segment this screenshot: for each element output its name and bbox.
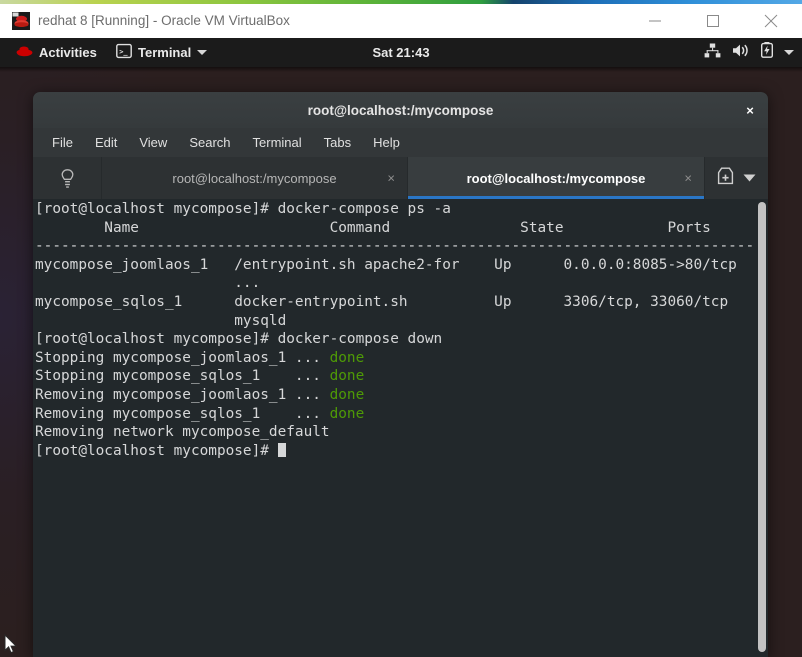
minimize-button[interactable] — [632, 4, 678, 38]
terminal-span: Stopping mycompose_sqlos_1 ... — [35, 368, 330, 385]
menu-file[interactable]: File — [41, 132, 84, 153]
terminal-span: mycompose_sqlos_1 docker-entrypoint.sh U… — [35, 293, 737, 310]
terminal-menubar: File Edit View Search Terminal Tabs Help — [33, 128, 768, 157]
tab-list-chevron-icon[interactable] — [743, 169, 756, 187]
terminal-span: Stopping mycompose_joomlaos_1 ... — [35, 349, 330, 366]
redhat-logo-icon — [16, 44, 33, 61]
vbox-titlebar: redhat 8 [Running] - Oracle VM VirtualBo… — [0, 4, 802, 39]
svg-text:>_: >_ — [119, 48, 128, 56]
terminal-tabbar: root@localhost:/mycompose × root@localho… — [33, 157, 768, 199]
menu-view[interactable]: View — [128, 132, 178, 153]
terminal-span: mycompose_joomlaos_1 /entrypoint.sh apac… — [35, 256, 737, 273]
volume-icon — [732, 43, 750, 63]
terminal-tab-2[interactable]: root@localhost:/mycompose × — [408, 157, 705, 199]
terminal-line: [root@localhost mycompose]# docker-compo… — [35, 330, 758, 349]
terminal-line: Removing mycompose_joomlaos_1 ... done — [35, 386, 758, 405]
virtualbox-redhat-icon — [12, 12, 30, 30]
activities-button[interactable]: Activities — [10, 38, 103, 67]
close-button[interactable] — [748, 4, 794, 38]
terminal-line: mysqld — [35, 312, 758, 331]
terminal-line: Removing mycompose_sqlos_1 ... done — [35, 405, 758, 424]
menu-terminal[interactable]: Terminal — [242, 132, 313, 153]
terminal-span: Name Command State Ports — [35, 219, 768, 236]
tab-2-label: root@localhost:/mycompose — [466, 170, 646, 186]
terminal-line: mycompose_sqlos_1 docker-entrypoint.sh U… — [35, 293, 758, 312]
new-tab-icon[interactable] — [717, 167, 734, 190]
terminal-span: Removing network mycompose_default — [35, 424, 330, 441]
terminal-scrollbar[interactable] — [755, 199, 768, 657]
terminal-scrollbar-thumb[interactable] — [758, 202, 766, 652]
vbox-title-text: redhat 8 [Running] - Oracle VM VirtualBo… — [38, 13, 290, 28]
guest-screen: Activities >_ Terminal Sat 21:43 root@lo… — [0, 38, 802, 657]
terminal-line: Removing network mycompose_default — [35, 423, 758, 442]
tabbar-actions — [705, 157, 768, 199]
terminal-close-icon[interactable]: × — [740, 100, 760, 120]
terminal-span: mysqld — [35, 312, 729, 329]
terminal-icon: >_ — [116, 43, 132, 62]
terminal-line: Stopping mycompose_joomlaos_1 ... done — [35, 349, 758, 368]
terminal-line: Stopping mycompose_sqlos_1 ... done — [35, 367, 758, 386]
app-menu-terminal[interactable]: >_ Terminal — [110, 38, 213, 67]
terminal-line: [root@localhost mycompose]# docker-compo… — [35, 200, 758, 219]
menu-search[interactable]: Search — [178, 132, 241, 153]
terminal-titlebar[interactable]: root@localhost:/mycompose × — [33, 92, 768, 129]
terminal-window: root@localhost:/mycompose × File Edit Vi… — [33, 92, 768, 657]
gnome-top-bar: Activities >_ Terminal Sat 21:43 — [0, 38, 802, 72]
terminal-span: done — [329, 386, 365, 403]
terminal-tab-1[interactable]: root@localhost:/mycompose × — [102, 157, 408, 199]
terminal-line: ... — [35, 274, 758, 293]
terminal-span: [root@localhost mycompose]# — [35, 442, 278, 459]
status-chevron-down-icon[interactable] — [784, 50, 794, 55]
terminal-text: [root@localhost mycompose]# docker-compo… — [34, 199, 768, 461]
terminal-span: ----------------------------------------… — [35, 238, 768, 255]
menu-help[interactable]: Help — [362, 132, 411, 153]
tab-1-label: root@localhost:/mycompose — [172, 170, 337, 186]
tab-1-close-icon[interactable]: × — [387, 171, 395, 186]
terminal-line: Name Command State Ports — [35, 219, 758, 238]
app-menu-label: Terminal — [138, 45, 192, 60]
terminal-span: ... — [35, 275, 729, 292]
terminal-title: root@localhost:/mycompose — [307, 102, 494, 118]
activities-label: Activities — [39, 45, 97, 60]
terminal-line: mycompose_joomlaos_1 /entrypoint.sh apac… — [35, 256, 758, 275]
terminal-line: ----------------------------------------… — [35, 237, 768, 256]
network-wired-icon — [704, 43, 721, 63]
terminal-span: done — [329, 349, 365, 366]
system-status-area[interactable] — [704, 38, 794, 67]
terminal-span: Removing mycompose_sqlos_1 ... — [35, 405, 330, 422]
terminal-span: done — [329, 405, 365, 422]
terminal-span: done — [329, 368, 365, 385]
battery-charging-icon — [760, 42, 774, 63]
mouse-pointer — [4, 633, 18, 654]
tab-2-close-icon[interactable]: × — [684, 171, 692, 186]
virtualbox-window: redhat 8 [Running] - Oracle VM VirtualBo… — [0, 0, 802, 657]
maximize-button[interactable] — [690, 4, 736, 38]
menu-tabs[interactable]: Tabs — [313, 132, 362, 153]
terminal-span: [root@localhost mycompose]# docker-compo… — [35, 201, 451, 217]
lightbulb-icon[interactable] — [33, 157, 102, 199]
terminal-output-area[interactable]: [root@localhost mycompose]# docker-compo… — [33, 199, 768, 657]
chevron-down-icon — [197, 50, 208, 55]
terminal-span: [root@localhost mycompose]# docker-compo… — [35, 331, 443, 348]
menu-edit[interactable]: Edit — [84, 132, 128, 153]
terminal-line: [root@localhost mycompose]# — [35, 442, 758, 461]
terminal-cursor — [277, 442, 286, 457]
terminal-span: Removing mycompose_joomlaos_1 ... — [35, 386, 330, 403]
